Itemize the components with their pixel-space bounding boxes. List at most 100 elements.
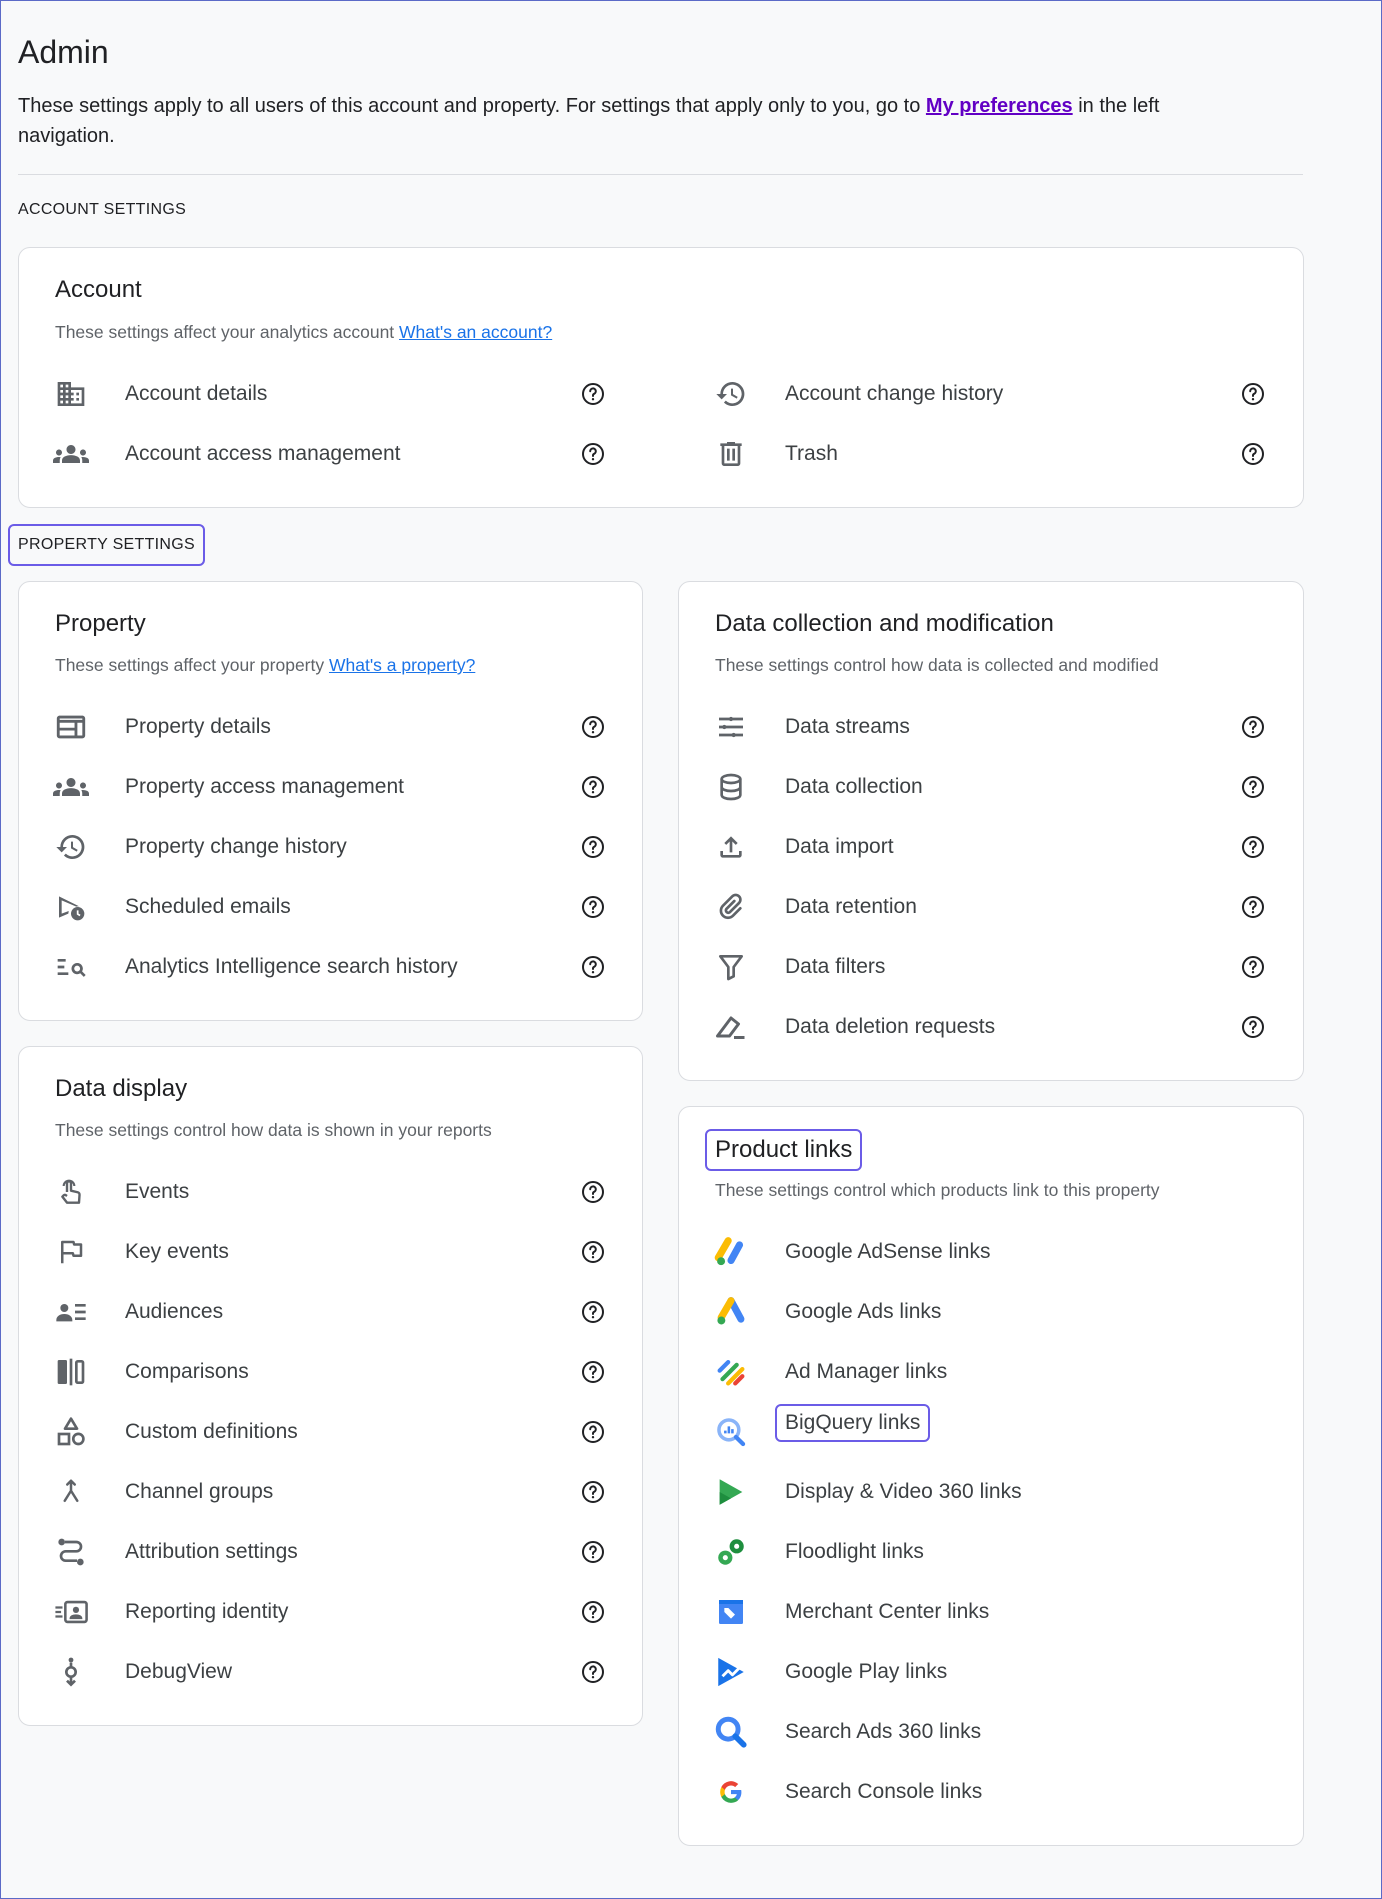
debugview-item[interactable]: DebugView — [53, 1648, 613, 1696]
whats-a-property-link[interactable]: What's a property? — [329, 655, 475, 675]
key-events-item[interactable]: Key events — [53, 1228, 613, 1276]
account-details-item[interactable]: Account details — [53, 370, 633, 418]
help-icon[interactable] — [581, 1540, 605, 1564]
help-icon[interactable] — [1241, 1015, 1265, 1039]
item-label: Data deletion requests — [785, 1015, 996, 1038]
analytics-intelligence-search-history-item[interactable]: Analytics Intelligence search history — [53, 943, 613, 991]
help-icon[interactable] — [581, 715, 605, 739]
events-item[interactable]: Events — [53, 1168, 613, 1216]
trash-item[interactable]: Trash — [713, 430, 1273, 478]
data-streams-item[interactable]: Data streams — [713, 703, 1273, 751]
help-icon[interactable] — [581, 1360, 605, 1384]
google-ads-links-item[interactable]: Google Ads links — [713, 1288, 1273, 1336]
whats-an-account-link[interactable]: What's an account? — [399, 322, 552, 342]
item-label: Scheduled emails — [125, 895, 291, 918]
history-icon — [53, 829, 89, 865]
merge-icon — [53, 1474, 89, 1510]
help-icon[interactable] — [1241, 382, 1265, 406]
item-label: Comparisons — [125, 1360, 249, 1383]
google-play-links-item[interactable]: Google Play links — [713, 1648, 1273, 1696]
card-title: Product links — [705, 1129, 863, 1171]
help-icon[interactable] — [581, 1660, 605, 1684]
help-icon[interactable] — [1241, 715, 1265, 739]
help-icon[interactable] — [581, 955, 605, 979]
help-icon[interactable] — [581, 835, 605, 859]
data-deletion-requests-item[interactable]: Data deletion requests — [713, 1003, 1273, 1051]
item-label: Account change history — [785, 382, 1004, 405]
data-filters-item[interactable]: Data filters — [713, 943, 1273, 991]
merchant-center-links-item[interactable]: Merchant Center links — [713, 1588, 1273, 1636]
product-links-card: Product links These settings control whi… — [678, 1106, 1304, 1846]
property-access-management-item[interactable]: Property access management — [53, 763, 613, 811]
help-icon[interactable] — [581, 1240, 605, 1264]
card-description: These settings affect your property What… — [55, 655, 476, 675]
property-details-item[interactable]: Property details — [53, 703, 613, 751]
route-icon — [53, 1534, 89, 1570]
item-label: Trash — [785, 442, 838, 465]
help-icon[interactable] — [581, 1420, 605, 1444]
item-label: Search Console links — [785, 1780, 983, 1803]
help-icon[interactable] — [581, 895, 605, 919]
merchant-center-icon — [713, 1594, 749, 1630]
help-icon[interactable] — [1241, 442, 1265, 466]
search-ads-360-links-item[interactable]: Search Ads 360 links — [713, 1708, 1273, 1756]
card-description: These settings affect your analytics acc… — [55, 322, 553, 342]
help-icon[interactable] — [581, 775, 605, 799]
comparisons-item[interactable]: Comparisons — [53, 1348, 613, 1396]
help-icon[interactable] — [581, 1180, 605, 1204]
reporting-identity-item[interactable]: Reporting identity — [53, 1588, 613, 1636]
item-label: Key events — [125, 1240, 229, 1263]
audiences-item[interactable]: Audiences — [53, 1288, 613, 1336]
floodlight-links-item[interactable]: Floodlight links — [713, 1528, 1273, 1576]
scheduled-send-icon — [53, 889, 89, 925]
identity-icon — [53, 1594, 89, 1630]
channel-groups-item[interactable]: Channel groups — [53, 1468, 613, 1516]
google-adsense-links-item[interactable]: Google AdSense links — [713, 1228, 1273, 1276]
attribution-settings-item[interactable]: Attribution settings — [53, 1528, 613, 1576]
account-change-history-item[interactable]: Account change history — [713, 370, 1273, 418]
item-label: Data retention — [785, 895, 917, 918]
data-import-item[interactable]: Data import — [713, 823, 1273, 871]
my-preferences-link[interactable]: My preferences — [926, 95, 1073, 117]
custom-definitions-item[interactable]: Custom definitions — [53, 1408, 613, 1456]
touch-icon — [53, 1174, 89, 1210]
data-retention-item[interactable]: Data retention — [713, 883, 1273, 931]
help-icon[interactable] — [581, 1480, 605, 1504]
google-play-icon — [713, 1654, 749, 1690]
search-list-icon — [53, 949, 89, 985]
intro-text: These settings apply to all users of thi… — [18, 95, 1160, 147]
display-video-360-links-item[interactable]: Display & Video 360 links — [713, 1468, 1273, 1516]
adsense-icon — [713, 1234, 749, 1270]
google-ads-icon — [713, 1294, 749, 1330]
audience-icon — [53, 1294, 89, 1330]
property-change-history-item[interactable]: Property change history — [53, 823, 613, 871]
help-icon[interactable] — [581, 1300, 605, 1324]
item-label: Analytics Intelligence search history — [125, 955, 458, 978]
item-label: Google Play links — [785, 1660, 948, 1683]
data-collection-card: Data collection and modification These s… — [678, 581, 1304, 1081]
scheduled-emails-item[interactable]: Scheduled emails — [53, 883, 613, 931]
card-title: Data display — [55, 1075, 188, 1102]
card-description: These settings control which products li… — [715, 1180, 1160, 1200]
ad-manager-links-item[interactable]: Ad Manager links — [713, 1348, 1273, 1396]
account-access-management-item[interactable]: Account access management — [53, 430, 633, 478]
help-icon[interactable] — [1241, 835, 1265, 859]
bigquery-icon — [713, 1414, 749, 1450]
attachment-icon — [713, 889, 749, 925]
help-icon[interactable] — [581, 442, 605, 466]
help-icon[interactable] — [1241, 895, 1265, 919]
help-icon[interactable] — [581, 382, 605, 406]
help-icon[interactable] — [581, 1600, 605, 1624]
card-title: Account — [55, 276, 142, 303]
item-label: Channel groups — [125, 1480, 274, 1503]
help-icon[interactable] — [1241, 955, 1265, 979]
search-console-links-item[interactable]: Search Console links — [713, 1768, 1273, 1816]
data-display-card: Data display These settings control how … — [18, 1046, 643, 1726]
help-icon[interactable] — [1241, 775, 1265, 799]
item-label: DebugView — [125, 1660, 233, 1683]
item-label: Ad Manager links — [785, 1360, 948, 1383]
item-label: Google Ads links — [785, 1300, 942, 1323]
item-label: Account details — [125, 382, 268, 405]
bigquery-links-item[interactable]: BigQuery links — [713, 1404, 1273, 1456]
data-collection-item[interactable]: Data collection — [713, 763, 1273, 811]
